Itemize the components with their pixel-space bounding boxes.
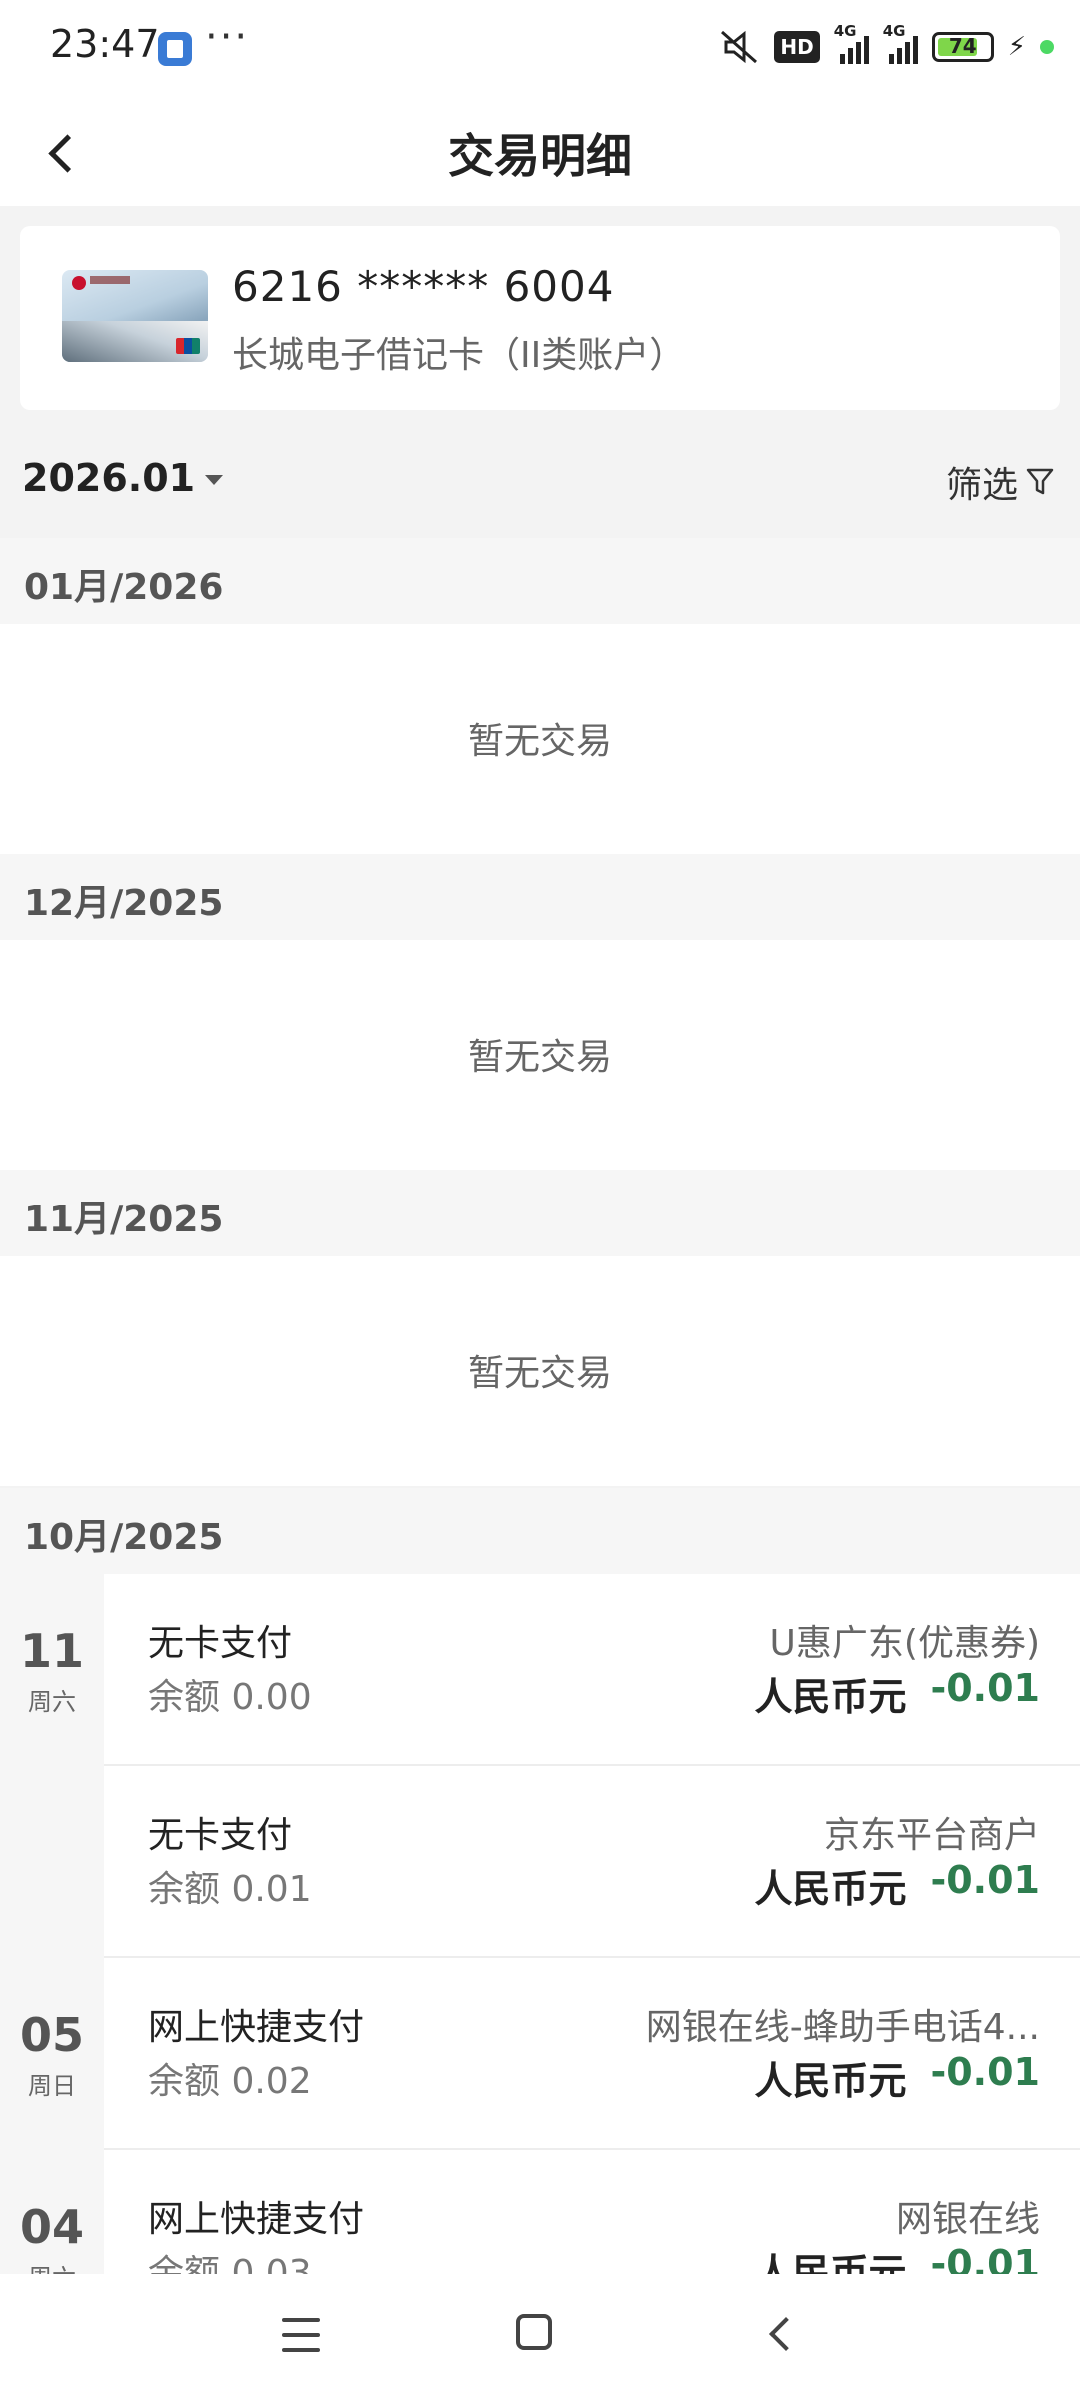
transaction-merchant: 网银在线 bbox=[895, 2199, 1040, 2240]
transaction-date: 04 周六 bbox=[0, 2150, 104, 2274]
transaction-date: 11 周六 bbox=[0, 1574, 104, 1766]
transaction-amount: -0.01 bbox=[930, 2242, 1040, 2274]
transaction-row[interactable]: 04 周六 网上快捷支付 余额 0.03 网银在线 人民币元 -0.01 bbox=[0, 2150, 1080, 2274]
section-header: 12月/2025 bbox=[0, 854, 1080, 940]
transaction-type: 网上快捷支付 bbox=[148, 2007, 365, 2048]
section-label: 11月/2025 bbox=[24, 1199, 224, 1240]
transaction-day: 11 bbox=[19, 1624, 84, 1678]
signal-4g-icon-2: 4G bbox=[883, 22, 918, 64]
transaction-day: 04 bbox=[19, 2200, 84, 2254]
transaction-row[interactable]: 无卡支付 余额 0.01 京东平台商户 人民币元 -0.01 bbox=[0, 1766, 1080, 1958]
section-label: 01月/2026 bbox=[24, 567, 224, 608]
transaction-amount: -0.01 bbox=[930, 2050, 1040, 2094]
empty-state: 暂无交易 bbox=[0, 1256, 1080, 1486]
empty-state: 暂无交易 bbox=[0, 624, 1080, 854]
section-label: 12月/2025 bbox=[24, 883, 224, 924]
transaction-date bbox=[0, 1766, 104, 1958]
filter-label: 筛选 bbox=[945, 465, 1018, 506]
transaction-balance: 余额 0.02 bbox=[148, 2061, 312, 2102]
bank-card-image bbox=[62, 270, 208, 362]
status-dot-icon bbox=[1040, 40, 1054, 54]
transaction-row[interactable]: 05 周日 网上快捷支付 余额 0.02 网银在线-蜂助手电话4... 人民币元… bbox=[0, 1958, 1080, 2150]
transaction-date: 05 周日 bbox=[0, 1958, 104, 2150]
transaction-type: 无卡支付 bbox=[148, 1815, 293, 1856]
empty-state: 暂无交易 bbox=[0, 940, 1080, 1170]
transaction-weekday: 周六 bbox=[28, 1688, 76, 1716]
home-icon[interactable] bbox=[516, 2314, 552, 2350]
empty-text: 暂无交易 bbox=[467, 1353, 612, 1394]
hd-icon: HD bbox=[774, 31, 820, 63]
filter-bar: 2026.01 筛选 bbox=[0, 430, 1080, 538]
transaction-weekday: 周六 bbox=[0, 2258, 104, 2274]
section-label: 10月/2025 bbox=[24, 1517, 224, 1558]
section-header: 11月/2025 bbox=[0, 1170, 1080, 1256]
transaction-list: 11 周六 无卡支付 余额 0.00 U惠广东(优惠券) 人民币元 -0.01 … bbox=[0, 1574, 1080, 2274]
signal-4g-icon: 4G bbox=[834, 22, 869, 64]
transaction-currency: 人民币元 bbox=[754, 2251, 907, 2274]
page-header: 交易明细 bbox=[0, 96, 1080, 206]
transaction-type: 无卡支付 bbox=[148, 1623, 293, 1664]
card-number: 6216 ****** 6004 bbox=[232, 262, 615, 311]
transaction-balance: 余额 0.03 bbox=[148, 2253, 312, 2274]
transaction-currency: 人民币元 bbox=[754, 1867, 907, 1911]
transaction-amount: -0.01 bbox=[930, 1666, 1040, 1710]
app-notification-icon bbox=[158, 32, 192, 66]
transaction-weekday: 周日 bbox=[28, 2072, 76, 2100]
status-time: 23:47 bbox=[50, 22, 160, 66]
empty-text: 暂无交易 bbox=[467, 721, 612, 762]
transaction-day: 05 bbox=[19, 2008, 84, 2062]
caret-down-icon bbox=[205, 475, 224, 485]
status-bar: 23:47 ··· HD 4G 4G 74 ⚡ bbox=[0, 0, 1080, 96]
transaction-merchant: 京东平台商户 bbox=[823, 1815, 1040, 1856]
battery-icon: 74 bbox=[931, 32, 994, 62]
transaction-currency: 人民币元 bbox=[754, 2059, 907, 2103]
filter-button[interactable]: 筛选 bbox=[946, 456, 1054, 508]
account-card[interactable]: 6216 ****** 6004 长城电子借记卡（II类账户） bbox=[20, 226, 1060, 410]
month-value: 2026.01 bbox=[22, 456, 196, 500]
transaction-merchant: 网银在线-蜂助手电话4... bbox=[645, 2007, 1040, 2048]
nav-back-icon[interactable] bbox=[760, 2312, 800, 2352]
transaction-amount: -0.01 bbox=[930, 1858, 1040, 1902]
charging-icon: ⚡ bbox=[1007, 32, 1026, 62]
section-header: 10月/2025 bbox=[0, 1488, 1080, 1574]
transaction-row[interactable]: 11 周六 无卡支付 余额 0.00 U惠广东(优惠券) 人民币元 -0.01 bbox=[0, 1574, 1080, 1766]
transaction-currency: 人民币元 bbox=[754, 1675, 907, 1719]
transaction-type: 网上快捷支付 bbox=[148, 2199, 365, 2240]
more-notifications-icon: ··· bbox=[205, 14, 250, 60]
card-type: 长城电子借记卡（II类账户） bbox=[232, 335, 686, 376]
transaction-balance: 余额 0.00 bbox=[148, 1677, 312, 1718]
empty-text: 暂无交易 bbox=[467, 1037, 612, 1078]
transaction-merchant: U惠广东(优惠券) bbox=[769, 1623, 1040, 1664]
month-selector[interactable]: 2026.01 bbox=[22, 456, 224, 500]
transaction-balance: 余额 0.01 bbox=[148, 1869, 312, 1910]
funnel-icon bbox=[1026, 468, 1054, 495]
menu-icon[interactable] bbox=[282, 2318, 320, 2352]
system-nav-bar bbox=[0, 2274, 1080, 2400]
mute-icon bbox=[721, 30, 758, 64]
page-title: 交易明细 bbox=[448, 129, 632, 183]
section-header: 01月/2026 bbox=[0, 538, 1080, 624]
